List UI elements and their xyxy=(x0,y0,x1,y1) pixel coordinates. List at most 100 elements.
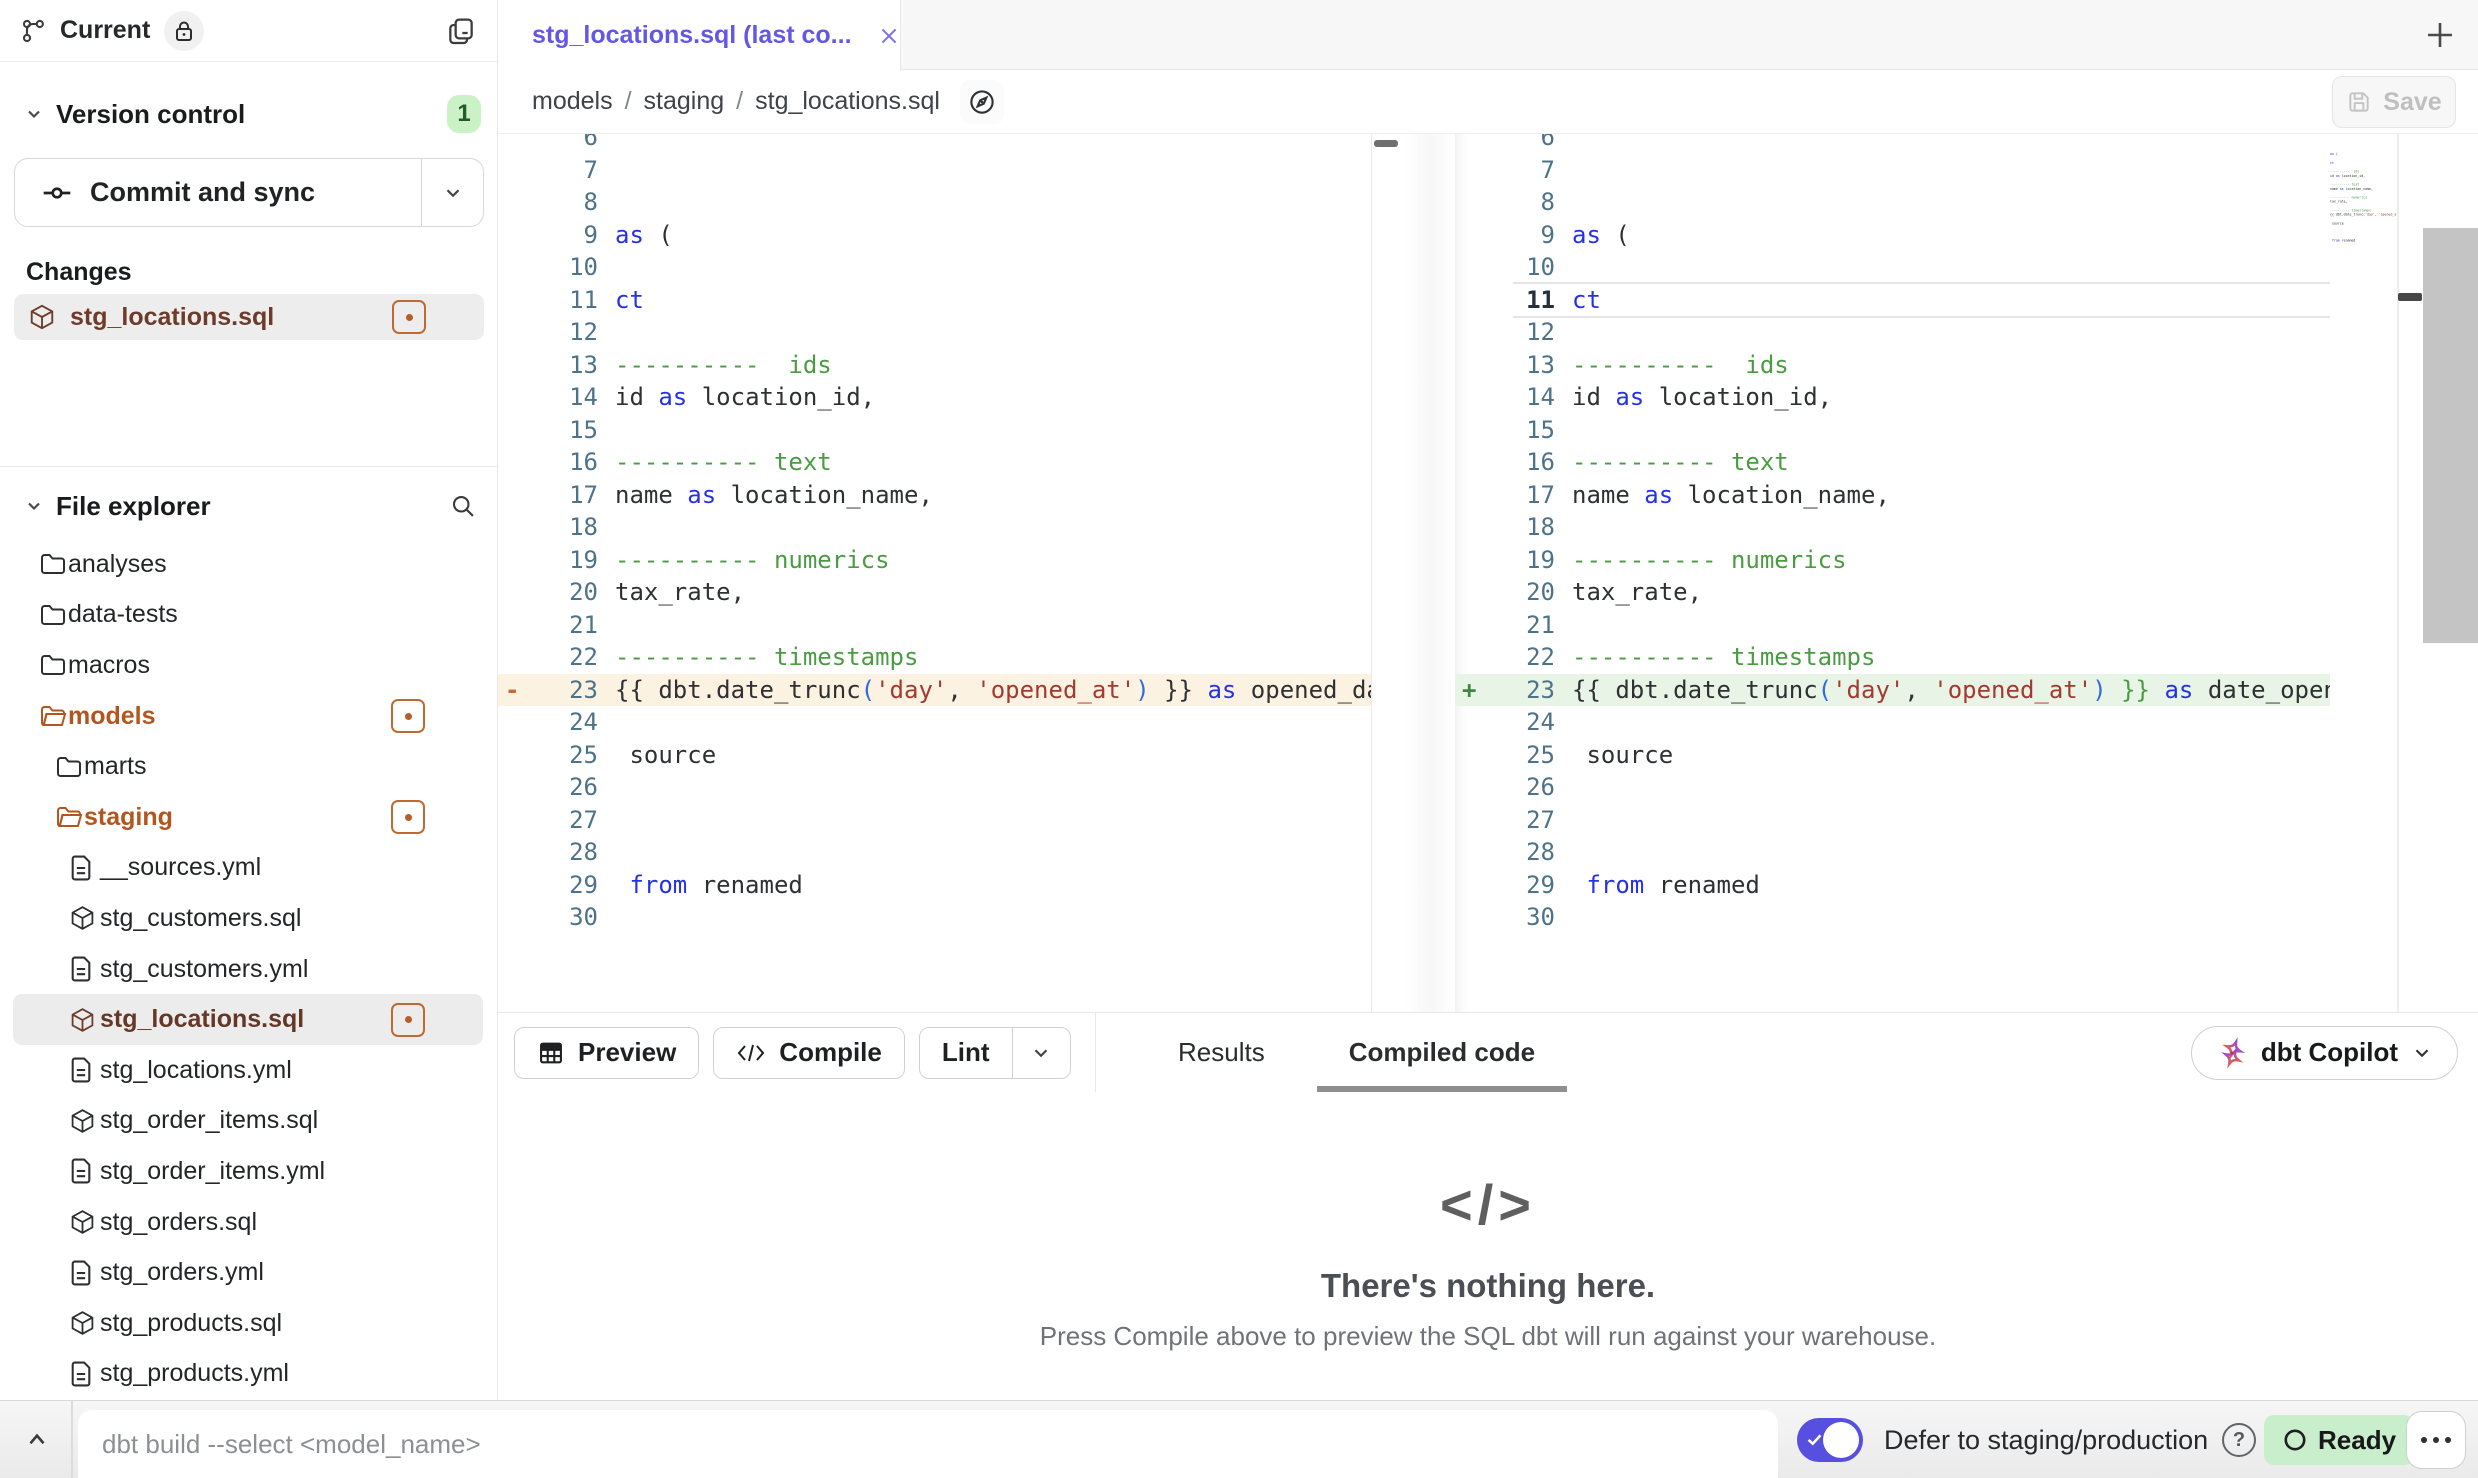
code-line-9[interactable]: 9as ( xyxy=(1455,219,2330,252)
tab-results[interactable]: Results xyxy=(1136,1013,1307,1092)
code-line-20[interactable]: 20tax_rate, xyxy=(498,576,1371,609)
code-line-8[interactable]: 8 xyxy=(498,186,1371,219)
code-line-21[interactable]: 21 xyxy=(498,609,1371,642)
tree-item-analyses[interactable]: analyses xyxy=(13,539,483,590)
code-line-22[interactable]: 22---------- timestamps xyxy=(1455,641,2330,674)
code-line-16[interactable]: 16---------- text xyxy=(498,446,1371,479)
help-icon[interactable]: ? xyxy=(2222,1423,2256,1457)
new-tab-icon[interactable] xyxy=(2420,15,2460,55)
tree-item-models[interactable]: models xyxy=(13,691,483,742)
chevron-up-icon[interactable] xyxy=(24,1427,50,1453)
code-line-10[interactable]: 10 xyxy=(498,251,1371,284)
tree-item-stg_order_items.yml[interactable]: stg_order_items.yml xyxy=(13,1146,483,1197)
code-line-23[interactable]: -23{{ dbt.date_trunc('day', 'opened_at')… xyxy=(498,674,1371,707)
compass-icon[interactable] xyxy=(960,80,1004,124)
tree-item-stg_customers.sql[interactable]: stg_customers.sql xyxy=(13,893,483,944)
code-line-7[interactable]: 7 xyxy=(1455,154,2330,187)
defer-toggle[interactable] xyxy=(1797,1418,1863,1462)
save-button[interactable]: Save xyxy=(2332,76,2456,128)
close-icon[interactable] xyxy=(878,25,900,47)
code-line-19[interactable]: 19---------- numerics xyxy=(498,544,1371,577)
tree-item-marts[interactable]: marts xyxy=(13,741,483,792)
lint-button[interactable]: Lint xyxy=(920,1028,1012,1078)
breadcrumb-models[interactable]: models xyxy=(532,87,613,116)
code-line-6[interactable]: 6 xyxy=(1455,134,2330,154)
code-line-12[interactable]: 12 xyxy=(1455,316,2330,349)
code-line-18[interactable]: 18 xyxy=(1455,511,2330,544)
code-line-11[interactable]: 11ct xyxy=(1455,284,2330,317)
code-line-29[interactable]: 29 from renamed xyxy=(1455,869,2330,902)
editor-scrollbar[interactable] xyxy=(2423,228,2478,643)
code-line-20[interactable]: 20tax_rate, xyxy=(1455,576,2330,609)
tree-item-stg_products.yml[interactable]: stg_products.yml xyxy=(13,1349,483,1400)
tree-item-stg_customers.yml[interactable]: stg_customers.yml xyxy=(13,944,483,995)
code-line-13[interactable]: 13---------- ids xyxy=(1455,349,2330,382)
command-input[interactable]: dbt build --select <model_name> xyxy=(78,1410,1778,1478)
code-line-17[interactable]: 17name as location_name, xyxy=(498,479,1371,512)
minimap[interactable]: as ( ct ---------- idsid as location_id,… xyxy=(2330,139,2396,439)
breadcrumb-file[interactable]: stg_locations.sql xyxy=(755,87,940,116)
tree-item-stg_products.sql[interactable]: stg_products.sql xyxy=(13,1298,483,1349)
code-line-23[interactable]: +23{{ dbt.date_trunc('day', 'opened_at')… xyxy=(1455,674,2330,707)
commit-options-dropdown[interactable] xyxy=(421,159,483,226)
tree-item-data-tests[interactable]: data-tests xyxy=(13,590,483,641)
code-line-6[interactable]: 6 xyxy=(498,134,1371,154)
compile-button[interactable]: Compile xyxy=(713,1027,905,1079)
commit-and-sync-button[interactable]: Commit and sync xyxy=(14,158,484,227)
more-options-button[interactable] xyxy=(2406,1411,2466,1469)
code-line-30[interactable]: 30 xyxy=(498,901,1371,934)
tree-item-stg_orders.yml[interactable]: stg_orders.yml xyxy=(13,1247,483,1298)
status-badge[interactable]: Ready xyxy=(2264,1415,2414,1465)
code-line-9[interactable]: 9as ( xyxy=(498,219,1371,252)
code-line-27[interactable]: 27 xyxy=(498,804,1371,837)
code-line-15[interactable]: 15 xyxy=(498,414,1371,447)
code-line-25[interactable]: 25 source xyxy=(1455,739,2330,772)
preview-button[interactable]: Preview xyxy=(514,1027,699,1079)
lint-options-dropdown[interactable] xyxy=(1012,1028,1070,1078)
tree-item-stg_order_items.sql[interactable]: stg_order_items.sql xyxy=(13,1096,483,1147)
version-control-header[interactable]: Version control 1 xyxy=(24,94,481,134)
code-line-28[interactable]: 28 xyxy=(1455,836,2330,869)
code-line-27[interactable]: 27 xyxy=(1455,804,2330,837)
code-line-29[interactable]: 29 from renamed xyxy=(498,869,1371,902)
code-line-21[interactable]: 21 xyxy=(1455,609,2330,642)
tree-item-stg_locations.yml[interactable]: stg_locations.yml xyxy=(13,1045,483,1096)
search-icon[interactable] xyxy=(449,492,477,520)
code-line-12[interactable]: 12 xyxy=(498,316,1371,349)
breadcrumb-staging[interactable]: staging xyxy=(644,87,725,116)
file-explorer-header[interactable]: File explorer xyxy=(24,486,477,526)
code-line-22[interactable]: 22---------- timestamps xyxy=(498,641,1371,674)
code-line-14[interactable]: 14id as location_id, xyxy=(498,381,1371,414)
code-line-14[interactable]: 14id as location_id, xyxy=(1455,381,2330,414)
code-line-26[interactable]: 26 xyxy=(1455,771,2330,804)
tree-item-staging[interactable]: staging xyxy=(13,792,483,843)
code-line-19[interactable]: 19---------- numerics xyxy=(1455,544,2330,577)
duplicate-icon[interactable] xyxy=(445,15,477,47)
changes-file-row[interactable]: stg_locations.sql xyxy=(14,294,484,340)
code-line-30[interactable]: 30 xyxy=(1455,901,2330,934)
code-line-24[interactable]: 24 xyxy=(498,706,1371,739)
code-line-25[interactable]: 25 source xyxy=(498,739,1371,772)
code-line-13[interactable]: 13---------- ids xyxy=(498,349,1371,382)
code-line-7[interactable]: 7 xyxy=(498,154,1371,187)
code-line-11[interactable]: 11ct xyxy=(498,284,1371,317)
tab-compiled-code[interactable]: Compiled code xyxy=(1307,1013,1577,1092)
diff-pane-modified[interactable]: 6789as (1011ct1213---------- ids14id as … xyxy=(1455,134,2330,1012)
scrollbar-thumb[interactable] xyxy=(1374,140,1398,147)
tree-item-__sources.yml[interactable]: __sources.yml xyxy=(13,843,483,894)
diff-pane-original[interactable]: 6789as (1011ct1213---------- ids14id as … xyxy=(498,134,1371,1012)
code-line-15[interactable]: 15 xyxy=(1455,414,2330,447)
commit-and-sync-main[interactable]: Commit and sync xyxy=(15,159,421,226)
code-line-17[interactable]: 17name as location_name, xyxy=(1455,479,2330,512)
tree-item-stg_orders.sql[interactable]: stg_orders.sql xyxy=(13,1197,483,1248)
pane-divider[interactable] xyxy=(1371,134,1455,1012)
code-line-16[interactable]: 16---------- text xyxy=(1455,446,2330,479)
code-line-10[interactable]: 10 xyxy=(1455,251,2330,284)
code-line-8[interactable]: 8 xyxy=(1455,186,2330,219)
dbt-copilot-button[interactable]: dbt Copilot xyxy=(2191,1026,2458,1080)
tree-item-macros[interactable]: macros xyxy=(13,640,483,691)
tree-item-stg_locations.sql[interactable]: stg_locations.sql xyxy=(13,994,483,1045)
code-line-18[interactable]: 18 xyxy=(498,511,1371,544)
tab-stg-locations[interactable]: stg_locations.sql (last co... xyxy=(498,0,901,71)
code-line-24[interactable]: 24 xyxy=(1455,706,2330,739)
